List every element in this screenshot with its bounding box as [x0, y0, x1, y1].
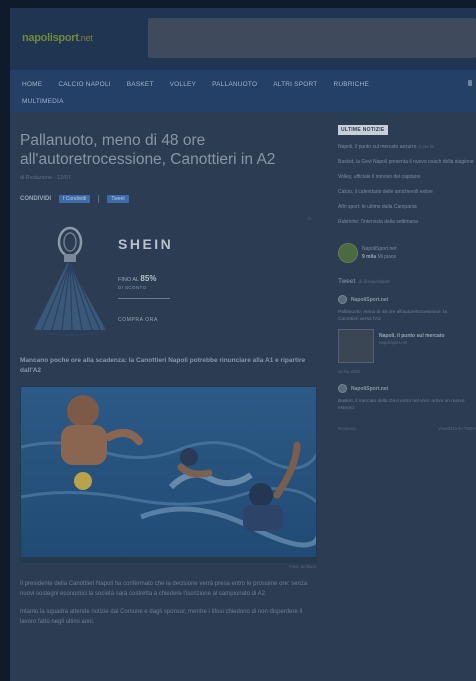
avatar: [338, 384, 347, 393]
tweets-title: Tweet: [338, 278, 356, 285]
tweet-card-image: [338, 329, 374, 363]
tweet-user: NapoliSport.net: [351, 296, 389, 303]
twitter-share-button[interactable]: Tweet: [107, 195, 129, 203]
article-paragraph: Il presidente della Canottieri Napoli ha…: [20, 581, 308, 597]
tweet[interactable]: NapoliSport.net Pallanuoto, meno di 48 o…: [338, 295, 476, 374]
tweet-card-title: Napoli, il punto sul mercato: [379, 333, 445, 339]
shein-ad[interactable]: SHEIN FINO AL 85% DI SCONTO COMPRA ORA ▷: [20, 216, 316, 348]
facebook-share-button[interactable]: f Condividi: [59, 195, 91, 203]
page-name: NapoliSport.net: [362, 246, 397, 252]
nav-item-pallanuoto[interactable]: PALLANUOTO: [212, 81, 257, 88]
latest-news-item[interactable]: Rubriche: l'intervista della settimana: [338, 218, 476, 226]
share-bar: CONDIVIDI f Condividi Tweet: [20, 194, 316, 204]
nav-item-altri-sport[interactable]: ALTRI SPORT: [273, 81, 317, 88]
latest-news-header: ULTIME NOTIZIE: [338, 125, 388, 135]
nav-row-secondary: MULTIMEDIA: [22, 93, 464, 110]
embed-link[interactable]: Incorpora: [338, 426, 356, 431]
pleated-bag-icon: [33, 226, 107, 336]
nav-item-rubriche[interactable]: RUBRICHE: [333, 81, 369, 88]
twitter-footer: Incorpora Visualizza su Twitter: [338, 426, 476, 431]
article-paragraph: Intanto la squadra attende notizie dal C…: [20, 609, 303, 625]
page: napolisport.net HOME CALCIO NAPOLI BASKE…: [10, 8, 476, 681]
avatar: [338, 295, 347, 304]
share-divider: [98, 195, 100, 203]
tweet-text: Basket, il mercato della Gevi entra nel …: [338, 399, 465, 411]
ad-divider: [118, 298, 170, 299]
ad-cta-button[interactable]: COMPRA ORA: [118, 317, 158, 323]
ad-brand: SHEIN: [118, 236, 174, 252]
sidebar: ULTIME NOTIZIE Napoli, il punto sul merc…: [338, 118, 476, 431]
latest-news-item[interactable]: Napoli, il punto sul mercato azzurro 2 or…: [338, 143, 476, 151]
nav-item-multimedia[interactable]: MULTIMEDIA: [22, 98, 64, 105]
site-header: napolisport.net: [10, 8, 476, 70]
tweet-time: 12 lug 2023: [338, 369, 360, 374]
tweet-text: Pallanuoto, meno di 48 ore all'autoretro…: [338, 310, 447, 322]
tweet-card[interactable]: Napoli, il punto sul mercato napolisport…: [338, 329, 476, 363]
site-logo[interactable]: napolisport.net: [22, 32, 93, 44]
tweets-by[interactable]: di @napolisport: [358, 279, 389, 284]
share-label: CONDIVIDI: [20, 196, 52, 202]
article: Pallanuoto, meno di 48 ore all'autoretro…: [10, 112, 326, 627]
article-photo: [20, 386, 317, 563]
tweet-card-source: napolisport.net: [379, 340, 408, 345]
page-likes: 9 mila Mi piace: [362, 254, 397, 260]
nav-item-calcio-napoli[interactable]: CALCIO NAPOLI: [58, 81, 110, 88]
page-avatar: [338, 243, 358, 263]
article-lead: Mancano poche ore alla scadenza: la Cano…: [20, 357, 306, 374]
search-icon[interactable]: [468, 80, 472, 86]
main-nav: HOME CALCIO NAPOLI BASKET VOLLEY PALLANU…: [10, 70, 476, 112]
photo-caption: Foto: archivio: [288, 564, 316, 569]
ad-choices-icon[interactable]: ▷: [308, 216, 312, 222]
view-on-twitter-link[interactable]: Visualizza su Twitter: [438, 426, 476, 431]
latest-news-item[interactable]: Basket, la Gevi Napoli presenta il nuovo…: [338, 158, 476, 166]
article-byline: di Redazione - 12/07: [20, 175, 71, 181]
article-body: Il presidente della Canottieri Napoli ha…: [20, 579, 316, 627]
nav-row-primary: HOME CALCIO NAPOLI BASKET VOLLEY PALLANU…: [22, 76, 464, 93]
nav-item-home[interactable]: HOME: [22, 81, 42, 88]
article-title: Pallanuoto, meno di 48 ore all'autoretro…: [20, 132, 276, 168]
ad-discount: FINO AL 85%: [118, 274, 157, 283]
latest-news-item[interactable]: Volley, ufficiale il rinnovo del capitan…: [338, 173, 476, 181]
nav-item-basket[interactable]: BASKET: [127, 81, 154, 88]
nav-item-volley[interactable]: VOLLEY: [170, 81, 197, 88]
ad-discount-sub: DI SCONTO: [118, 285, 147, 290]
tweet[interactable]: NapoliSport.net Basket, il mercato della…: [338, 384, 476, 412]
tweet-user: NapoliSport.net: [351, 385, 389, 392]
facebook-page-widget[interactable]: NapoliSport.net 9 mila Mi piace: [338, 240, 476, 266]
twitter-timeline-header: Tweet di @napolisport: [338, 278, 476, 285]
latest-news-item[interactable]: Altri sport: le ultime dalla Campania: [338, 203, 476, 211]
top-banner-ad[interactable]: [148, 18, 476, 58]
latest-news-item[interactable]: Calcio, il calendario delle amichevoli e…: [338, 188, 476, 196]
